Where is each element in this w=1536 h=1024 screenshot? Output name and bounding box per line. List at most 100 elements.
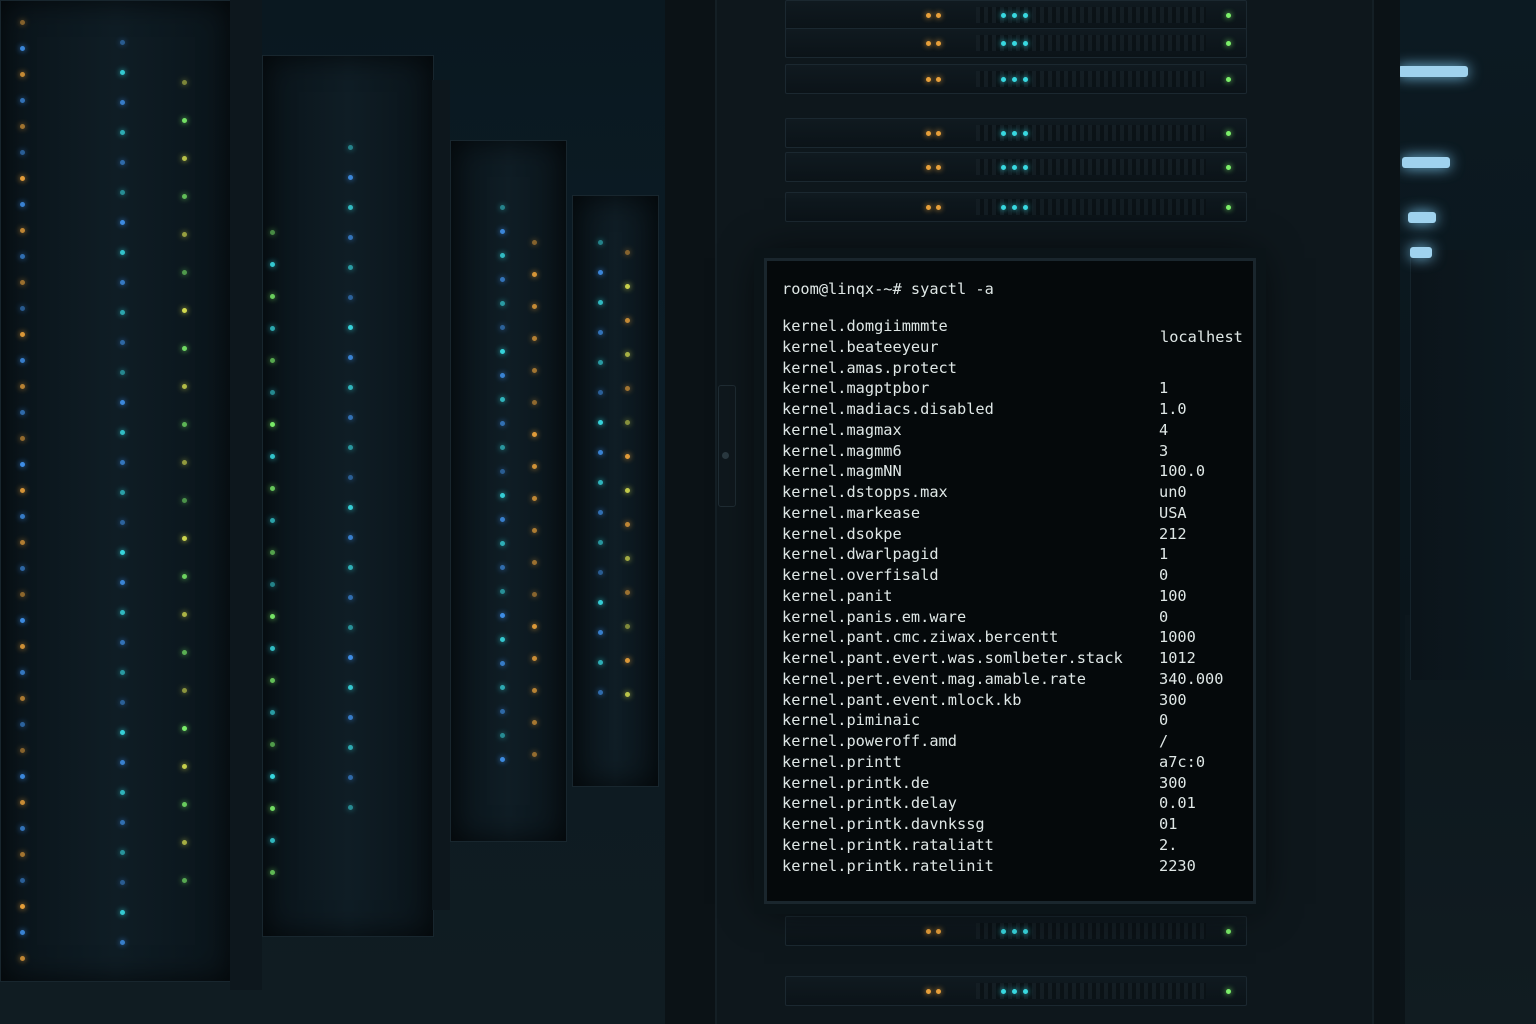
status-led <box>625 454 630 459</box>
status-led <box>348 325 353 330</box>
sysctl-key: kernel.markease <box>782 503 921 522</box>
sysctl-key: kernel.madiacs.disabled <box>782 400 994 418</box>
status-led <box>500 421 505 426</box>
status-led <box>270 774 275 779</box>
status-led <box>625 318 630 323</box>
status-led <box>270 678 275 683</box>
sysctl-key: kernel.printk.delay <box>782 794 957 813</box>
status-led <box>532 560 537 565</box>
status-led <box>625 250 630 255</box>
terminal-screen: room@linqx-~# syactl -a localhest kernel… <box>764 258 1256 904</box>
status-led <box>182 80 187 85</box>
sysctl-value: 100 <box>1159 586 1187 605</box>
status-led <box>625 352 630 357</box>
status-led <box>532 656 537 661</box>
sysctl-key: kernel.magmNN <box>782 462 902 481</box>
status-led <box>20 852 25 857</box>
sysctl-row: kernel.magmax 4 <box>782 421 1252 441</box>
status-led <box>120 340 125 345</box>
status-led <box>1226 205 1231 210</box>
status-led <box>500 445 505 450</box>
sysctl-row: kernel.printk.davnkssg 01 <box>782 815 1252 835</box>
status-led <box>20 228 25 233</box>
status-led <box>120 550 125 555</box>
sysctl-value: 3 <box>1159 441 1169 460</box>
rack-divider <box>230 0 262 990</box>
status-led <box>532 528 537 533</box>
server-unit <box>785 28 1247 58</box>
status-led <box>182 346 187 351</box>
sysctl-row: kernel.printk.ratelinit 2230 <box>782 857 1252 877</box>
sysctl-key: kernel.beateeyeur <box>782 337 939 356</box>
status-led <box>926 205 931 210</box>
status-led <box>20 254 25 259</box>
status-led <box>598 330 603 335</box>
ceiling-light <box>1402 157 1450 168</box>
status-led <box>20 670 25 675</box>
status-led <box>20 280 25 285</box>
sysctl-key: kernel.dwarlpagid <box>782 545 939 564</box>
sysctl-key: kernel.poweroff.amd <box>782 732 957 750</box>
status-led <box>926 13 931 18</box>
sysctl-row: kernel.pant.evert.was.somlbeter.stack 101… <box>782 649 1252 669</box>
sysctl-row: kernel.amas.protect <box>782 359 1252 379</box>
status-led <box>598 450 603 455</box>
status-led <box>20 514 25 519</box>
status-led <box>270 742 275 747</box>
status-led <box>270 422 275 427</box>
status-led <box>120 910 125 915</box>
status-led <box>270 582 275 587</box>
vent-grill <box>976 35 1206 51</box>
status-led <box>500 709 505 714</box>
sysctl-value: / <box>1159 732 1169 750</box>
status-led <box>1226 41 1231 46</box>
sysctl-key: kernel.dsokpe <box>782 524 902 543</box>
status-led <box>20 566 25 571</box>
sysctl-value: 340.000 <box>1159 669 1224 688</box>
rack-door-handle <box>718 385 736 507</box>
status-led <box>598 390 603 395</box>
sysctl-value: 01 <box>1159 815 1178 833</box>
status-led <box>20 956 25 961</box>
sysctl-row: kernel.dstopps.max un0 <box>782 483 1252 503</box>
sysctl-value: 0 <box>1159 711 1169 730</box>
sysctl-value: 0.01 <box>1159 794 1196 813</box>
sysctl-key: kernel.printk.ratelinit <box>782 856 994 875</box>
status-led <box>598 480 603 485</box>
sysctl-key: kernel.magptpbor <box>782 379 930 398</box>
status-led <box>182 118 187 123</box>
status-led <box>1012 41 1017 46</box>
status-led <box>1001 205 1006 210</box>
sysctl-key: kernel.printt <box>782 752 902 771</box>
status-led <box>1226 165 1231 170</box>
status-led <box>598 600 603 605</box>
status-led <box>270 838 275 843</box>
status-led <box>625 386 630 391</box>
status-led <box>120 610 125 615</box>
status-led <box>598 540 603 545</box>
status-led <box>500 661 505 666</box>
status-led <box>1023 41 1028 46</box>
status-led <box>1226 77 1231 82</box>
status-led <box>625 522 630 527</box>
status-led <box>348 685 353 690</box>
status-led <box>500 637 505 642</box>
sysctl-value: 100.0 <box>1159 462 1206 481</box>
status-led <box>625 284 630 289</box>
status-led <box>500 253 505 258</box>
status-led <box>532 336 537 341</box>
sysctl-row: kernel.panit 100 <box>782 587 1252 607</box>
status-led <box>1012 989 1017 994</box>
status-led <box>500 397 505 402</box>
status-led <box>598 360 603 365</box>
status-led <box>598 240 603 245</box>
status-led <box>120 730 125 735</box>
status-led <box>20 306 25 311</box>
sysctl-row: kernel.printk.delay 0.01 <box>782 794 1252 814</box>
status-led <box>625 658 630 663</box>
status-led <box>20 358 25 363</box>
status-led <box>348 415 353 420</box>
sysctl-value: 300 <box>1159 690 1187 709</box>
rack-divider <box>432 80 450 910</box>
status-led <box>1012 165 1017 170</box>
